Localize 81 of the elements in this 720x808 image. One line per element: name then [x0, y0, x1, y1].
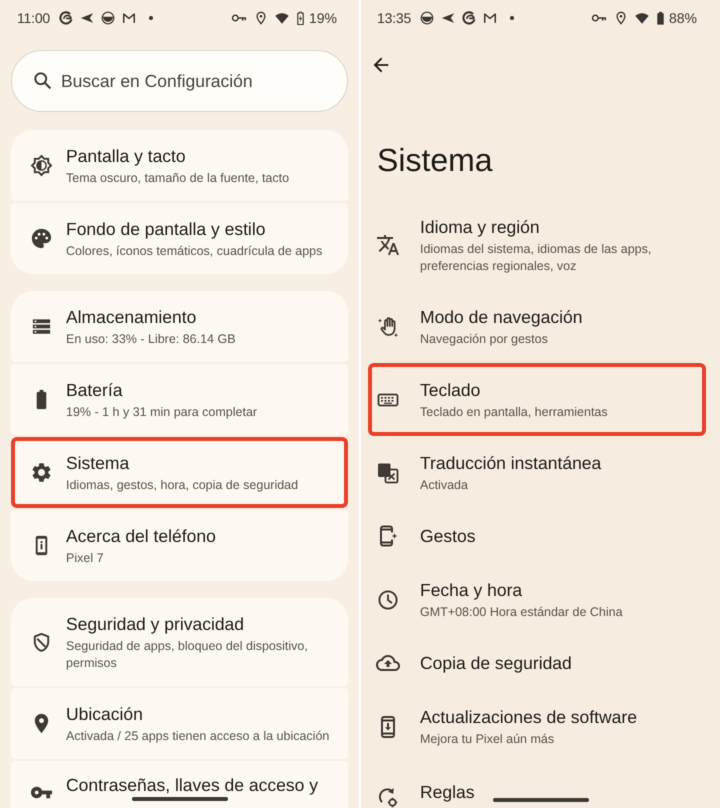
round-app-icon [420, 11, 434, 25]
settings-item[interactable]: Almacenamiento En uso: 33% - Libre: 86.14 GB [11, 291, 348, 362]
item-summary: Idiomas del sistema, idiomas de las apps, preferencias regionales, voz [420, 241, 652, 275]
item-title: Ubicación [66, 703, 143, 726]
wifi-icon [274, 11, 289, 25]
palette-icon [30, 227, 53, 250]
settings-item[interactable]: Acerca del teléfono Pixel 7 [11, 510, 348, 581]
settings-item[interactable]: Contraseñas, llaves de acceso y [11, 761, 348, 808]
settings-item[interactable]: Modo de navegación Navegación por gestos [368, 290, 706, 363]
wifi-icon [634, 11, 649, 25]
settings-item[interactable]: Teclado Teclado en pantalla, herramientas [368, 363, 706, 436]
location-icon [254, 11, 268, 25]
brightness-icon [30, 154, 53, 177]
hand-gesture-icon [376, 314, 400, 338]
item-title: Almacenamiento [66, 306, 196, 329]
paper-plane-icon [441, 11, 456, 25]
item-summary: Colores, íconos temáticos, cuadrícula de apps [66, 243, 322, 260]
settings-item[interactable]: Traducción instantánea Activada [368, 436, 706, 509]
item-title: Pantalla y tacto [66, 145, 186, 168]
item-summary: Seguridad de apps, bloqueo del dispositivo, permisos [66, 638, 309, 672]
status-time: 13:35 [377, 10, 412, 26]
mail-icon [122, 11, 136, 25]
rotate-gear-icon [376, 786, 400, 808]
notification-dot-icon [510, 16, 514, 20]
search-icon [32, 70, 53, 91]
notification-dot-icon [149, 16, 153, 20]
item-title: Traducción instantánea [420, 452, 602, 475]
settings-item[interactable]: Idioma y región Idiomas del sistema, idiomas de las apps, preferencias regionales, voz [368, 200, 706, 290]
settings-item[interactable]: Ubicación Activada / 25 apps tienen acceso a la ubicación [11, 688, 348, 759]
settings-item[interactable]: Sistema Idiomas, gestos, hora, copia de seguridad [11, 437, 348, 508]
round-app-icon [101, 11, 115, 25]
item-summary: Activada [420, 477, 468, 494]
translate-cards-icon [376, 460, 400, 484]
settings-item[interactable]: Copia de seguridad [368, 636, 706, 690]
settings-item[interactable]: Fecha y hora GMT+08:00 Hora estándar de China [368, 563, 706, 636]
swirl-icon [462, 11, 476, 25]
item-title: Seguridad y privacidad [66, 613, 244, 636]
item-summary: GMT+08:00 Hora estándar de China [420, 604, 623, 621]
clock-icon [376, 588, 400, 612]
item-title: Gestos [420, 525, 476, 548]
item-title: Teclado [420, 379, 480, 402]
translate-icon [376, 233, 400, 257]
item-summary: 19% - 1 h y 31 min para completar [66, 404, 258, 421]
search-field[interactable]: Buscar en Configuración [11, 50, 348, 112]
settings-item[interactable]: Actualizaciones de software Mejora tu Pixel aún más [368, 690, 706, 763]
page-title: Sistema [377, 141, 493, 180]
item-title: Copia de seguridad [420, 652, 572, 675]
battery-percent: 19% [308, 10, 337, 26]
settings-item[interactable]: Gestos [368, 509, 706, 563]
item-title: Batería [66, 379, 122, 402]
settings-icon [30, 461, 53, 484]
settings-item[interactable]: Batería 19% - 1 h y 31 min para completar [11, 364, 348, 435]
item-summary: Activada / 25 apps tienen acceso a la ubicación [66, 728, 330, 745]
settings-item[interactable]: Pantalla y tacto Tema oscuro, tamaño de la fuente, tacto [11, 130, 348, 201]
item-summary: Idiomas, gestos, hora, copia de seguridad [66, 477, 298, 494]
item-title: Contraseñas, llaves de acceso y [66, 774, 318, 797]
item-summary: Mejora tu Pixel aún más [420, 731, 554, 748]
item-summary: Teclado en pantalla, herramientas [420, 404, 608, 421]
item-title: Acerca del teléfono [66, 525, 216, 548]
item-summary: Tema oscuro, tamaño de la fuente, tacto [66, 170, 290, 187]
item-title: Modo de navegación [420, 306, 582, 329]
paper-plane-icon [80, 11, 94, 25]
gesture-handle[interactable] [132, 797, 228, 801]
settings-item[interactable]: Reglas [368, 763, 706, 808]
status-time: 11:00 [17, 10, 50, 26]
swirl-icon [59, 11, 73, 25]
mail-icon [483, 11, 498, 25]
item-title: Fondo de pantalla y estilo [66, 218, 266, 241]
item-title: Actualizaciones de software [420, 706, 637, 729]
settings-item[interactable]: Fondo de pantalla y estilo Colores, íconos temáticos, cuadrícula de apps [11, 203, 348, 274]
gesture-handle[interactable] [492, 798, 588, 802]
battery-percent: 88% [668, 10, 697, 26]
item-summary: Navegación por gestos [420, 331, 548, 348]
item-title: Idioma y región [420, 216, 540, 239]
item-title: Reglas [420, 781, 474, 804]
item-summary: Pixel 7 [66, 550, 104, 567]
location-icon [614, 11, 628, 25]
item-title: Sistema [66, 452, 130, 475]
item-title: Fecha y hora [420, 579, 522, 602]
settings-item[interactable]: Seguridad y privacidad Seguridad de apps, bloqueo del dispositivo, permisos [11, 598, 348, 686]
item-summary: En uso: 33% - Libre: 86.14 GB [66, 331, 236, 348]
